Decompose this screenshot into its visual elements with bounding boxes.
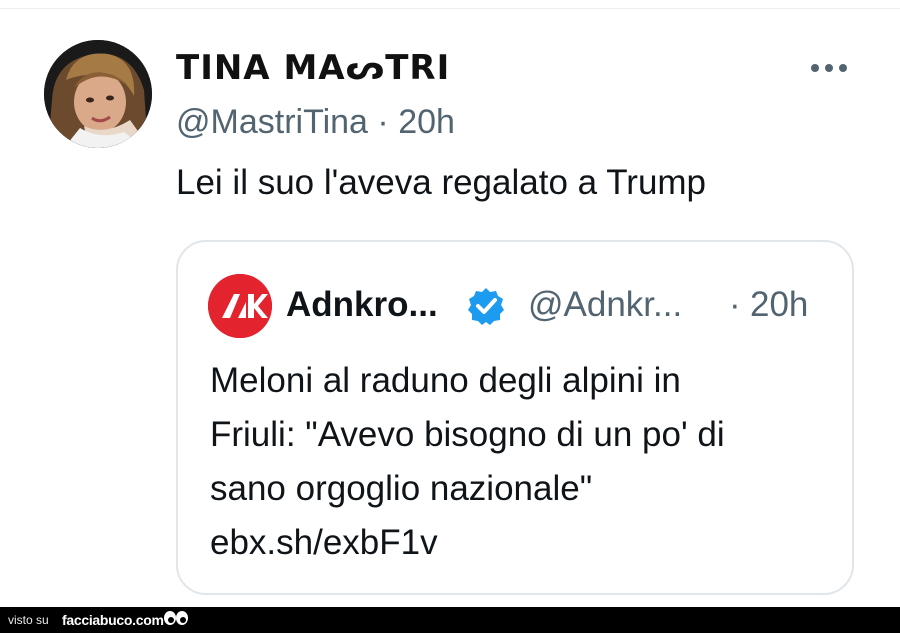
- user-avatar[interactable]: [44, 40, 152, 148]
- watermark-footer: visto su facciabuco.com: [0, 607, 900, 633]
- quoted-text-line: Friuli: "Avevo bisogno di un po' di: [210, 415, 725, 454]
- quoted-time[interactable]: 20h: [750, 282, 808, 328]
- quoted-meta-separator: ·: [729, 285, 741, 324]
- user-handle[interactable]: @MastriTina: [176, 103, 368, 141]
- tweet-text: Lei il suo l'aveva regalato a Trump: [176, 163, 707, 202]
- quoted-display-name[interactable]: Adnkro...: [286, 282, 438, 328]
- quoted-text: Meloni al raduno degli alpini in Friuli:…: [210, 354, 830, 570]
- quoted-link[interactable]: ebx.sh/exbF1v: [210, 516, 830, 570]
- quoted-handle[interactable]: @Adnkr...: [528, 282, 682, 328]
- quoted-text-line: sano orgoglio nazionale": [210, 469, 593, 508]
- quoted-text-line: Meloni al raduno degli alpini in: [210, 361, 681, 400]
- display-name[interactable]: TINA MAᔕTRI: [176, 46, 450, 90]
- more-options-icon[interactable]: [806, 56, 852, 80]
- meta-separator: ·: [377, 103, 389, 141]
- footer-site-label: facciabuco.com: [62, 612, 164, 628]
- adnkronos-logo-icon[interactable]: [208, 274, 272, 338]
- top-divider: [0, 8, 900, 9]
- verified-badge-icon: [466, 286, 506, 326]
- user-photo-avatar-icon: [44, 40, 152, 148]
- tweet-time[interactable]: 20h: [398, 103, 455, 141]
- quoted-tweet-card[interactable]: Adnkro... @Adnkr... · 20h Meloni al radu…: [176, 240, 854, 595]
- footer-visto-label: visto su: [8, 613, 49, 627]
- eyes-icon: [162, 609, 190, 629]
- tweet-meta: @MastriTina · 20h: [176, 100, 455, 144]
